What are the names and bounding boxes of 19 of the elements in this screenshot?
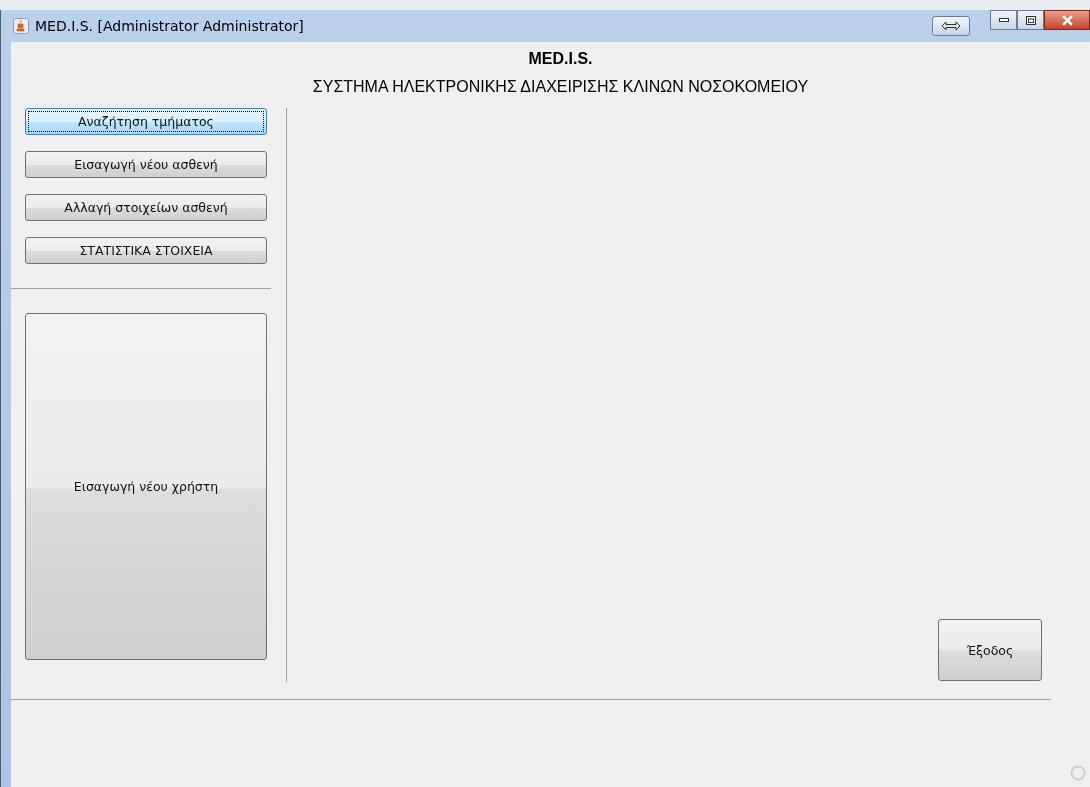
cup-icon xyxy=(13,18,29,34)
resize-button[interactable] xyxy=(932,16,970,36)
menu-button[interactable]: Αλλαγή στοιχείων ασθενή xyxy=(25,194,267,221)
maximize-button[interactable] xyxy=(1017,10,1044,30)
minimize-icon xyxy=(998,18,1009,22)
minimize-button[interactable] xyxy=(990,10,1017,30)
circle-icon xyxy=(1070,765,1086,781)
new-user-button[interactable]: Εισαγωγή νέου χρήστη xyxy=(25,313,267,660)
menu-button[interactable]: Αναζήτηση τμήματος xyxy=(25,108,267,135)
close-button[interactable] xyxy=(1044,10,1090,30)
menu-button[interactable]: ΣΤΑΤΙΣΤΙΚΑ ΣΤΟΙΧΕΙΑ xyxy=(25,237,267,264)
app-subtitle: ΣΥΣΤΗΜΑ ΗΛΕΚΤΡΟΝΙΚΗΣ ΔΙΑΧΕΙΡΙΣΗΣ ΚΛΙΝΩΝ ΝΟΣΟΚΟΜΕΙΟΥ xyxy=(312,78,809,96)
window-title: MED.I.S. [Administrator Administrator] xyxy=(35,18,304,34)
menu-button[interactable]: Εισαγωγή νέου ασθενή xyxy=(25,151,267,178)
maximize-icon xyxy=(1025,15,1036,25)
double-arrow-icon xyxy=(941,21,961,31)
app-title: MED.I.S. xyxy=(528,50,593,68)
close-icon xyxy=(1061,14,1073,26)
exit-button[interactable]: Έξοδος xyxy=(938,619,1042,681)
